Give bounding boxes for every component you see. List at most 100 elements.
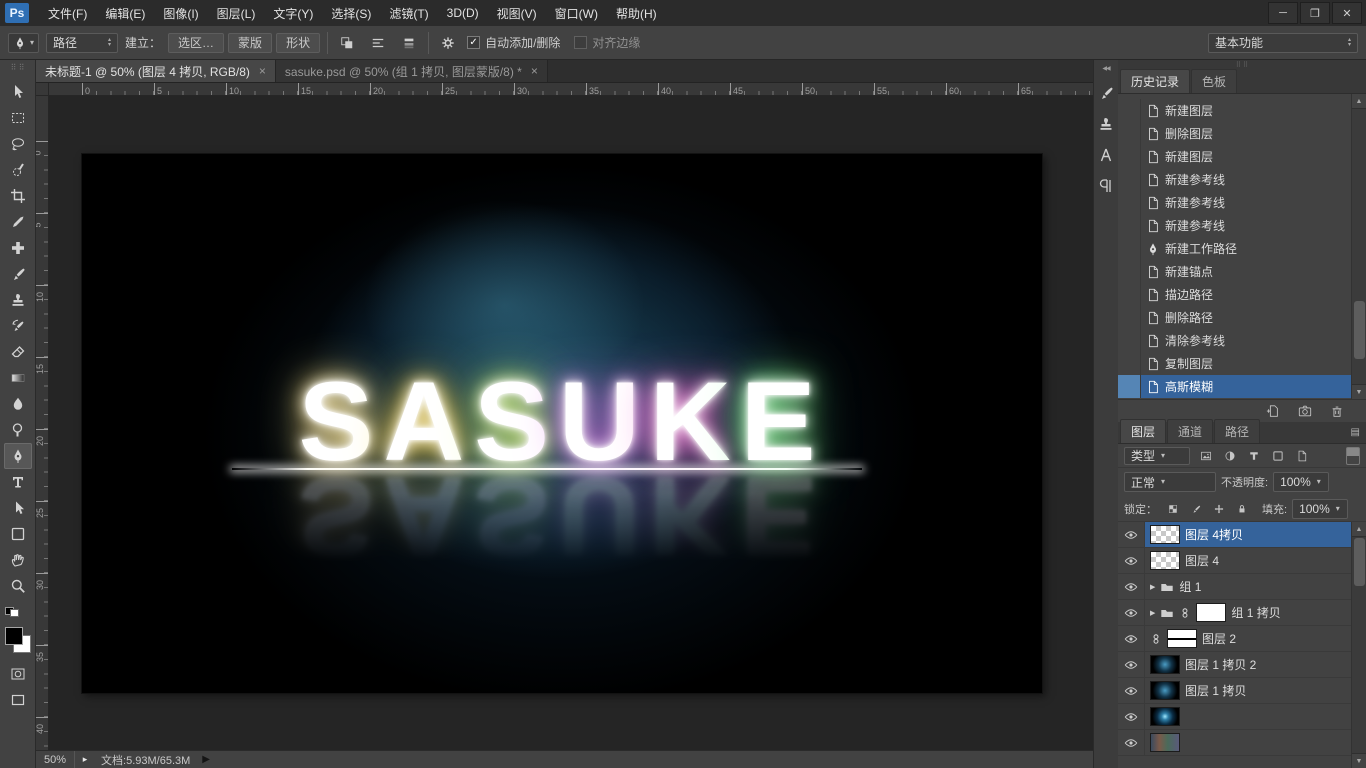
layer-row[interactable]: ▶ [1118, 704, 1366, 730]
history-state[interactable]: 新建工作路径 [1118, 237, 1366, 260]
history-source-checkbox[interactable] [1118, 99, 1141, 122]
lock-all-icon[interactable] [1231, 499, 1253, 519]
history-source-checkbox[interactable] [1118, 375, 1141, 398]
tool-preset-picker[interactable]: ▾ [8, 33, 39, 53]
quick-selection-tool[interactable] [4, 157, 32, 183]
menu-item[interactable]: 帮助(H) [607, 0, 666, 26]
ruler-origin-corner[interactable] [36, 83, 49, 96]
eraser-tool[interactable] [4, 339, 32, 365]
filter-type-layers-icon[interactable] [1243, 446, 1265, 466]
minimize-button[interactable]: ─ [1268, 2, 1298, 24]
brush-presets-panel-icon[interactable] [1096, 82, 1117, 103]
panel-tab[interactable]: 通道 [1167, 419, 1213, 443]
close-tab-icon[interactable]: × [259, 64, 266, 78]
layer-visibility-toggle[interactable] [1118, 548, 1145, 573]
opacity-select[interactable]: 100% ▾ [1273, 472, 1329, 492]
layer-visibility-toggle[interactable] [1118, 704, 1145, 729]
history-source-checkbox[interactable] [1118, 329, 1141, 352]
delete-state-button[interactable] [1326, 401, 1348, 421]
history-state[interactable]: 新建图层 [1118, 99, 1366, 122]
history-scrollbar[interactable]: ▲ ▼ [1351, 94, 1366, 399]
layer-name[interactable]: 图层 1 拷贝 2 [1185, 656, 1256, 673]
dodge-tool[interactable] [4, 417, 32, 443]
history-source-checkbox[interactable] [1118, 306, 1141, 329]
panel-tab[interactable]: 图层 [1120, 419, 1166, 443]
menu-item[interactable]: 文件(F) [39, 0, 96, 26]
layer-row[interactable]: ▶ 组 1 拷贝 [1118, 600, 1366, 626]
layer-thumbnail[interactable] [1150, 733, 1180, 752]
foreground-color-swatch[interactable] [5, 627, 23, 645]
quick-mask-button[interactable] [4, 661, 32, 687]
history-state[interactable]: 新建参考线 [1118, 214, 1366, 237]
panel-tab[interactable]: 色板 [1191, 69, 1237, 93]
gear-icon[interactable] [436, 32, 460, 54]
history-source-checkbox[interactable] [1118, 191, 1141, 214]
option-checkbox[interactable]: ✓ 自动添加/删除 [467, 34, 560, 51]
new-snapshot-button[interactable] [1294, 401, 1316, 421]
brush-tool[interactable] [4, 261, 32, 287]
scrollbar-thumb[interactable] [1354, 301, 1365, 359]
restore-button[interactable]: ❐ [1300, 2, 1330, 24]
layer-row[interactable]: ▶ 图层 4拷贝 [1118, 522, 1366, 548]
checkbox-box[interactable]: ✓ [574, 36, 587, 49]
menu-item[interactable]: 窗口(W) [546, 0, 607, 26]
history-state[interactable]: 新建锚点 [1118, 260, 1366, 283]
clone-source-panel-icon[interactable] [1096, 113, 1117, 134]
layer-thumbnail[interactable] [1150, 551, 1180, 570]
layer-row[interactable]: ▶ [1118, 730, 1366, 756]
path-alignment-icon[interactable] [366, 32, 390, 54]
workspace-switcher[interactable]: 基本功能 ▴▾ [1208, 33, 1358, 53]
history-state[interactable]: 复制图层 [1118, 352, 1366, 375]
menu-item[interactable]: 视图(V) [488, 0, 546, 26]
document-tab[interactable]: 未标题-1 @ 50% (图层 4 拷贝, RGB/8) × [36, 60, 276, 82]
eyedropper-tool[interactable] [4, 209, 32, 235]
path-selection-tool[interactable] [4, 495, 32, 521]
menu-item[interactable]: 图层(L) [208, 0, 265, 26]
new-document-from-state-button[interactable] [1262, 401, 1284, 421]
history-state[interactable]: 删除路径 [1118, 306, 1366, 329]
menu-item[interactable]: 滤镜(T) [380, 0, 437, 26]
layer-filter-toggle-icon[interactable] [1346, 447, 1360, 465]
layer-thumbnail[interactable] [1167, 629, 1197, 648]
layer-filter-type-select[interactable]: 类型 ▾ [1124, 447, 1190, 465]
layer-thumbnail[interactable] [1150, 655, 1180, 674]
history-state[interactable]: 新建参考线 [1118, 191, 1366, 214]
history-source-checkbox[interactable] [1118, 214, 1141, 237]
scroll-up-icon[interactable]: ▲ [1352, 522, 1366, 537]
filter-pixel-layers-icon[interactable] [1195, 446, 1217, 466]
history-state[interactable]: 清除参考线 [1118, 329, 1366, 352]
group-expand-icon[interactable]: ▶ [1150, 583, 1155, 591]
layer-row[interactable]: ▶ 图层 4 [1118, 548, 1366, 574]
expand-panels-icon[interactable]: ◀◀ [1102, 65, 1109, 72]
pen-tool[interactable] [4, 443, 32, 469]
make-button[interactable]: 选区… [168, 33, 224, 53]
scroll-down-icon[interactable]: ▼ [1352, 753, 1366, 768]
paragraph-panel-icon[interactable] [1096, 175, 1117, 196]
history-source-checkbox[interactable] [1118, 260, 1141, 283]
vertical-ruler[interactable]: 051015202530354045 [36, 96, 49, 750]
marquee-tool[interactable] [4, 105, 32, 131]
history-source-checkbox[interactable] [1118, 283, 1141, 306]
layers-scrollbar[interactable]: ▲ ▼ [1351, 522, 1366, 768]
layer-visibility-toggle[interactable] [1118, 600, 1145, 625]
status-flyout-icon[interactable]: ▶ [202, 754, 210, 765]
make-button[interactable]: 蒙版 [228, 33, 272, 53]
healing-brush-tool[interactable] [4, 235, 32, 261]
path-operations-icon[interactable] [335, 32, 359, 54]
layer-visibility-toggle[interactable] [1118, 652, 1145, 677]
checkbox-box[interactable]: ✓ [467, 36, 480, 49]
make-button[interactable]: 形状 [276, 33, 320, 53]
history-state[interactable]: 删除图层 [1118, 122, 1366, 145]
menu-item[interactable]: 图像(I) [154, 0, 207, 26]
type-tool[interactable] [4, 469, 32, 495]
layer-row[interactable]: ▶ 组 1 [1118, 574, 1366, 600]
layer-name[interactable]: 图层 2 [1202, 630, 1236, 647]
zoom-level-field[interactable]: 50% [36, 751, 75, 768]
default-colors-icon[interactable] [5, 607, 19, 617]
option-checkbox[interactable]: ✓ 对齐边缘 [574, 34, 640, 51]
menu-item[interactable]: 编辑(E) [96, 0, 154, 26]
panel-tab[interactable]: 历史记录 [1120, 69, 1190, 93]
pasteboard[interactable]: SASUKE SASUKE [49, 96, 1093, 750]
zoom-tool[interactable] [4, 573, 32, 599]
screen-mode-button[interactable] [4, 687, 32, 713]
